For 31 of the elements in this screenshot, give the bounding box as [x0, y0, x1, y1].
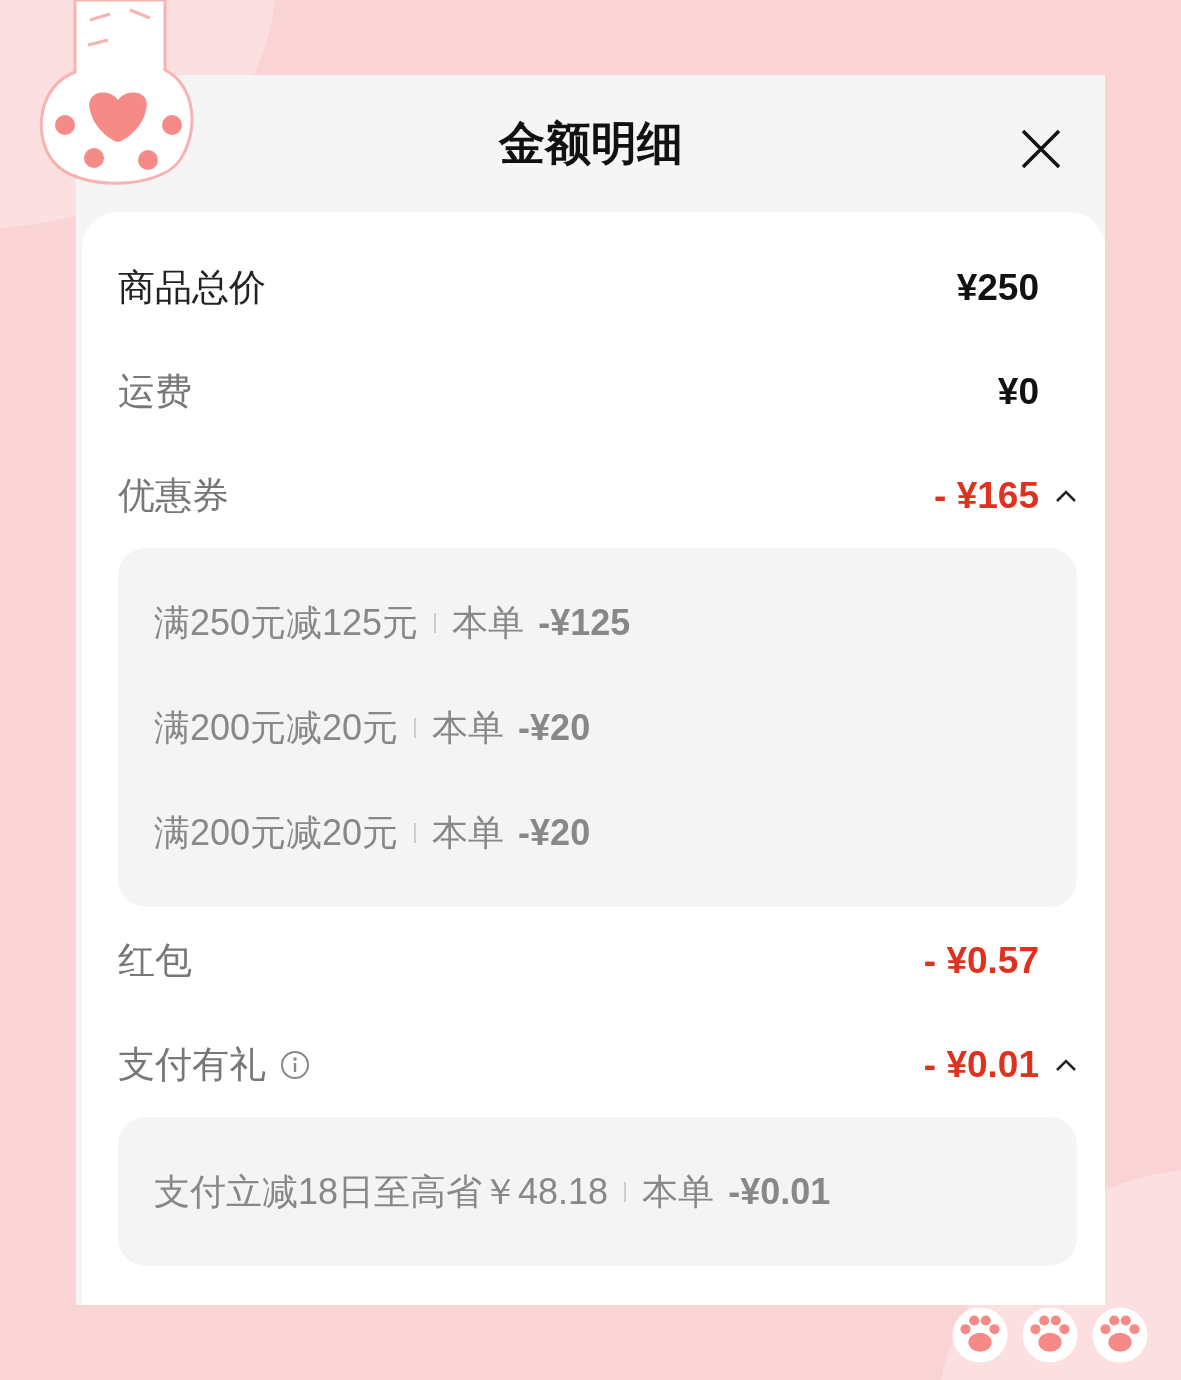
info-icon[interactable] [280, 1050, 310, 1080]
close-icon [1021, 129, 1061, 169]
caret-icon[interactable] [1055, 489, 1077, 503]
discount-amount: -¥20 [518, 810, 591, 855]
dialog-title: 金额明细 [498, 116, 683, 171]
row-amount: ¥250 [956, 266, 1039, 311]
row-label: 商品总价 [118, 266, 266, 311]
paw-icon [1091, 1306, 1149, 1364]
coupon-name: 满250元减125元 [154, 600, 419, 645]
row-amount: - ¥0.01 [923, 1043, 1039, 1088]
row-amount: - ¥165 [934, 474, 1039, 519]
paw-icon [951, 1306, 1009, 1364]
discount-amount: -¥125 [538, 600, 631, 645]
discount-amount: -¥20 [518, 705, 591, 750]
row-amount: ¥0 [997, 370, 1039, 415]
close-button[interactable] [1019, 127, 1063, 171]
coupon-name: 满200元减20元 [154, 810, 399, 855]
discount-amount: -¥0.01 [728, 1169, 831, 1214]
row-label: 运费 [118, 370, 192, 415]
paw-icon [1021, 1306, 1079, 1364]
coupon-name: 支付立减18日至高省￥48.18 [154, 1169, 609, 1214]
order-label: 本单 [642, 1169, 715, 1214]
order-label: 本单 [452, 600, 525, 645]
row-amount: - ¥0.57 [923, 939, 1039, 984]
order-label: 本单 [432, 810, 505, 855]
row-label: 支付有礼 [118, 1043, 266, 1088]
caret-icon[interactable] [1055, 1058, 1077, 1072]
coupon-name: 满200元减20元 [154, 705, 399, 750]
order-label: 本单 [432, 705, 505, 750]
row-label: 红包 [118, 939, 192, 984]
row-label: 优惠券 [118, 474, 229, 519]
